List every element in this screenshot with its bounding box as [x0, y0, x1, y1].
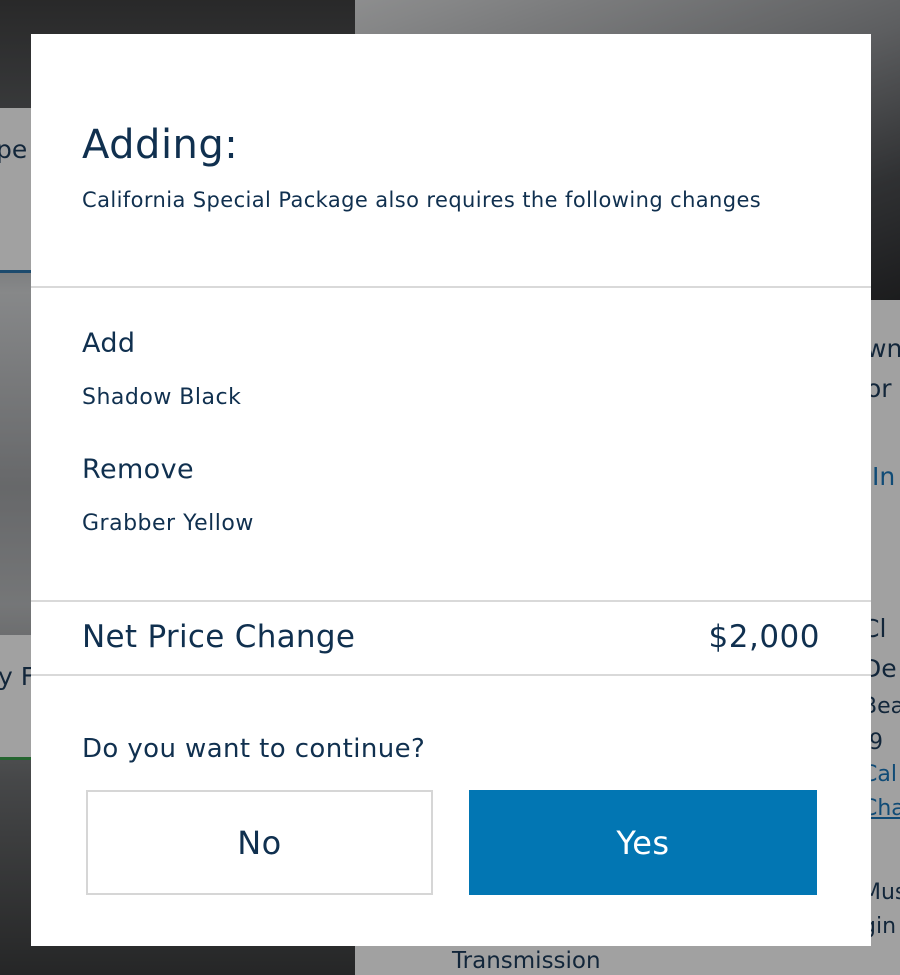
- remove-item: Grabber Yellow: [82, 511, 254, 536]
- remove-heading: Remove: [82, 454, 194, 485]
- net-price-label: Net Price Change: [82, 619, 356, 655]
- continue-question: Do you want to continue?: [82, 734, 426, 764]
- net-price-value: $2,000: [708, 619, 820, 655]
- yes-button[interactable]: Yes: [469, 790, 817, 895]
- add-heading: Add: [82, 328, 136, 359]
- dialog-title: Adding:: [82, 122, 239, 168]
- divider: [31, 600, 871, 602]
- divider: [31, 674, 871, 676]
- divider: [31, 286, 871, 288]
- package-change-dialog: Adding: California Special Package also …: [31, 34, 871, 946]
- add-item: Shadow Black: [82, 385, 242, 410]
- dialog-subtitle: California Special Package also requires…: [82, 188, 762, 212]
- no-button[interactable]: No: [86, 790, 433, 895]
